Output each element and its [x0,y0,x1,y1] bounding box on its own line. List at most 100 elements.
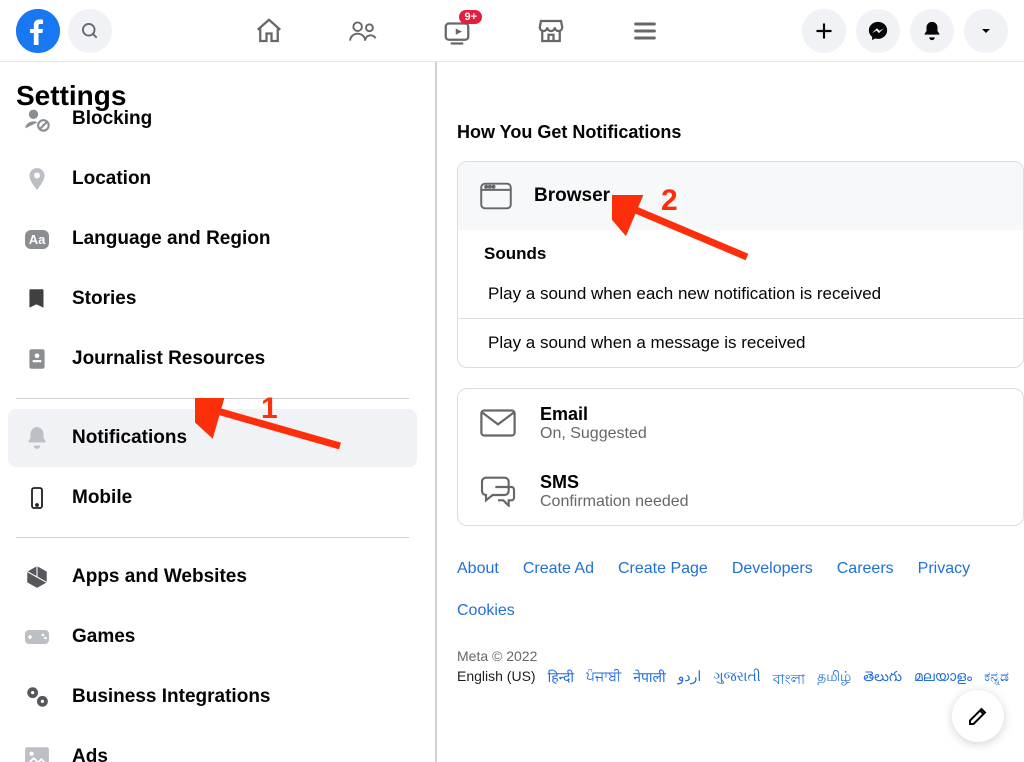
book-icon [18,280,56,318]
messenger-button[interactable] [856,9,900,53]
nav-marketplace[interactable] [536,16,566,46]
facebook-logo[interactable] [16,9,60,53]
browser-header[interactable]: Browser [458,162,1023,230]
marker-icon [18,160,56,198]
gears-icon [18,678,56,716]
language-link[interactable]: اردو [678,668,702,692]
chat-icon [478,471,518,511]
bell-icon [921,20,943,42]
sidebar-item-mobile[interactable]: Mobile [8,469,417,527]
notifications-button[interactable] [910,9,954,53]
nav-home[interactable] [254,16,284,46]
sidebar-item-journalist[interactable]: Journalist Resources [8,330,417,388]
footer-link[interactable]: Create Ad [523,560,594,578]
create-button[interactable] [802,9,846,53]
sidebar-item-biz[interactable]: Business Integrations [8,668,417,726]
current-language[interactable]: English (US) [457,668,536,692]
footer-link[interactable]: Cookies [457,602,515,620]
sidebar-item-label: Stories [72,288,136,310]
nav-friends[interactable] [348,16,378,46]
sidebar-item-stories[interactable]: Stories [8,270,417,328]
sidebar-item-label: Journalist Resources [72,348,265,370]
sidebar-item-apps[interactable]: Apps and Websites [8,548,417,606]
gamepad-icon [18,618,56,656]
footer-link[interactable]: Developers [732,560,813,578]
caret-down-icon [978,23,994,39]
footer-links: About Create Ad Create Page Developers Caree… [457,556,1024,648]
footer-link[interactable]: Privacy [918,560,970,578]
language-link[interactable]: తెలుగు [863,668,902,692]
nav-menu[interactable] [630,16,660,46]
sidebar-item-ads[interactable]: Ads [8,728,417,762]
footer-link[interactable]: Create Page [618,560,708,578]
friends-icon [348,16,378,46]
search-button[interactable] [68,9,112,53]
footer-link[interactable]: About [457,560,499,578]
nav-watch[interactable]: 9+ [442,16,472,46]
language-link[interactable]: हिन्दी [548,668,574,692]
sidebar-item-label: Games [72,626,135,648]
sidebar-item-label: Business Integrations [72,686,271,708]
sidebar-divider [16,398,409,399]
language-link[interactable]: മലയാളം [914,668,972,692]
sidebar-item-notifications[interactable]: Notifications [8,409,417,467]
section-heading: How You Get Notifications [457,122,1024,143]
aa-icon: Aa [18,220,56,258]
sidebar-item-label: Notifications [72,427,187,449]
language-link[interactable]: ગુજરાતી [713,668,760,692]
sounds-label: Sounds [458,230,1023,270]
language-link[interactable]: नेपाली [633,668,665,692]
browser-window-icon [478,178,514,214]
sidebar-item-label: Ads [72,746,108,762]
footer-link[interactable]: Careers [837,560,894,578]
method-title: SMS [540,472,689,493]
sound-option[interactable]: Play a sound when a message is received [458,318,1023,367]
search-icon [80,21,100,41]
annotation-number-2: 2 [661,184,678,218]
methods-card: Email On, Suggested SMS Confirmation nee… [457,388,1024,526]
sidebar-item-label: Location [72,168,151,190]
envelope-icon [478,403,518,443]
language-link[interactable]: ಕನ್ನಡ [984,668,1009,692]
marketplace-icon [536,16,566,46]
meta-copyright: Meta © 2022 [457,648,1024,664]
facebook-f-icon [16,9,60,53]
cube-icon [18,558,56,596]
sidebar-item-location[interactable]: Location [8,150,417,208]
header-right [802,9,1008,53]
compose-fab[interactable] [952,690,1004,742]
account-button[interactable] [964,9,1008,53]
language-link[interactable]: ਪੰਜਾਬੀ [586,668,621,692]
badge-id-icon [18,340,56,378]
sound-option[interactable]: Play a sound when each new notification … [458,270,1023,318]
method-email[interactable]: Email On, Suggested [458,389,1023,457]
language-link[interactable]: தமிழ் [817,668,851,692]
sidebar-item-label: Blocking [72,108,152,130]
language-link[interactable]: বাংলা [773,668,805,692]
image-icon [18,738,56,762]
hamburger-icon [631,17,659,45]
sidebar-item-games[interactable]: Games [8,608,417,666]
method-sub: Confirmation needed [540,493,689,511]
method-sub: On, Suggested [540,425,647,443]
header-nav: 9+ [120,16,794,46]
watch-badge: 9+ [459,10,482,24]
edit-icon [966,704,990,728]
browser-card: Browser Sounds Play a sound when each ne… [457,161,1024,368]
sidebar-divider [16,537,409,538]
header: 9+ [0,0,1024,62]
method-sms[interactable]: SMS Confirmation needed [458,457,1023,525]
sidebar-item-label: Language and Region [72,228,270,250]
home-icon [254,16,284,46]
browser-title: Browser [534,185,610,207]
user-block-icon [18,100,56,138]
sidebar-item-label: Apps and Websites [72,566,247,588]
phone-icon [18,479,56,517]
language-row: English (US) हिन्दी ਪੰਜਾਬੀ नेपाली اردو ગુજરા… [457,668,1024,692]
sidebar-item-blocking[interactable]: Blocking [8,90,417,148]
bell-icon [18,419,56,457]
main: How You Get Notifications Browser Sounds… [437,62,1024,762]
sidebar-item-language[interactable]: Aa Language and Region [8,210,417,268]
footer: About Create Ad Create Page Developers Caree… [457,546,1024,700]
method-title: Email [540,404,647,425]
